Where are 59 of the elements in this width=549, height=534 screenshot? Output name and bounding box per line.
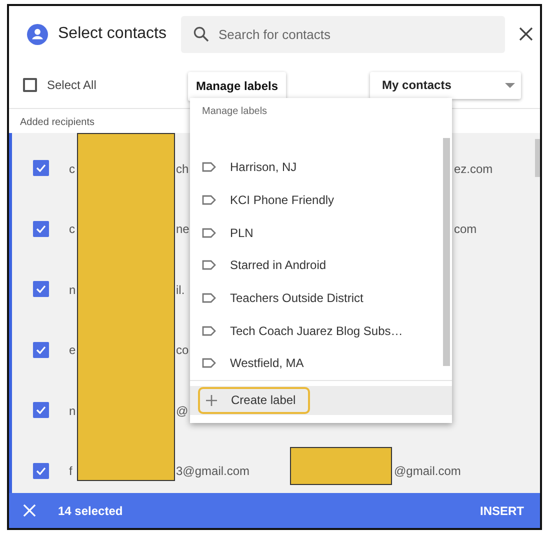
contact-email: ne <box>176 222 190 236</box>
contact-email: ch <box>176 162 189 176</box>
dialog-title: Select contacts <box>58 25 166 43</box>
select-all-label: Select All <box>47 78 96 92</box>
contact-name: n <box>69 404 76 418</box>
plus-icon <box>206 394 217 406</box>
label-item[interactable]: Starred in Android <box>190 249 440 282</box>
contact-email: ez.com <box>454 162 493 176</box>
contact-email: @ <box>176 404 188 418</box>
label-item[interactable]: Tech Coach Juarez Blog Subs… <box>190 314 440 348</box>
contact-email: com <box>454 222 477 236</box>
label-icon <box>202 293 216 304</box>
label-icon <box>202 358 216 368</box>
contact-checkbox[interactable] <box>33 342 49 358</box>
contact-checkbox[interactable] <box>33 402 49 418</box>
contact-email: @gmail.com <box>394 464 461 478</box>
check-icon <box>36 164 46 172</box>
label-item[interactable]: PLN <box>190 216 440 250</box>
check-icon <box>36 406 46 414</box>
manage-labels-button[interactable]: Manage labels <box>188 72 286 100</box>
section-heading: Added recipients <box>20 117 94 128</box>
contact-name: n <box>69 282 76 297</box>
contact-email: il. <box>176 282 185 297</box>
caret-icon <box>505 82 516 88</box>
contact-checkbox[interactable] <box>33 220 49 237</box>
contact-email: co <box>176 343 189 358</box>
label-item[interactable]: Teachers Outside District <box>190 282 440 314</box>
contact-name: f <box>69 464 72 478</box>
label-item[interactable]: Westfield, MA <box>190 347 440 380</box>
close-button[interactable] <box>518 27 532 41</box>
contact-checkbox[interactable] <box>33 281 49 298</box>
check-icon <box>36 285 46 294</box>
label-icon <box>202 162 216 172</box>
contact-email: 3@gmail.com <box>176 464 250 478</box>
contact-checkbox[interactable] <box>33 462 49 479</box>
label-icon <box>202 260 216 270</box>
label-icon <box>202 228 216 238</box>
create-label-button[interactable]: Create label <box>198 386 310 414</box>
person-icon <box>27 24 48 44</box>
check-icon <box>36 466 46 475</box>
contacts-dropdown[interactable]: My contacts <box>370 72 522 98</box>
contact-name: e <box>69 343 76 358</box>
label-item[interactable]: KCI Phone Friendly <box>190 184 440 216</box>
search-icon <box>192 26 208 42</box>
label-item[interactable]: Harrison, NJ <box>190 151 440 184</box>
label-icon <box>202 195 216 206</box>
check-icon <box>36 346 46 354</box>
scrollbar[interactable] <box>535 139 540 177</box>
contact-name: c <box>69 162 75 176</box>
select-all-checkbox[interactable] <box>23 78 37 92</box>
contact-name: c <box>69 222 75 236</box>
check-icon <box>36 224 46 233</box>
insert-button[interactable]: INSERT <box>480 504 524 518</box>
contact-checkbox[interactable] <box>33 160 49 176</box>
scrollbar[interactable] <box>443 138 450 366</box>
search-field[interactable]: Search for contacts <box>180 16 504 52</box>
menu-heading: Manage labels <box>201 105 268 117</box>
label-icon <box>202 326 216 336</box>
selected-count: 14 selected <box>58 504 124 518</box>
